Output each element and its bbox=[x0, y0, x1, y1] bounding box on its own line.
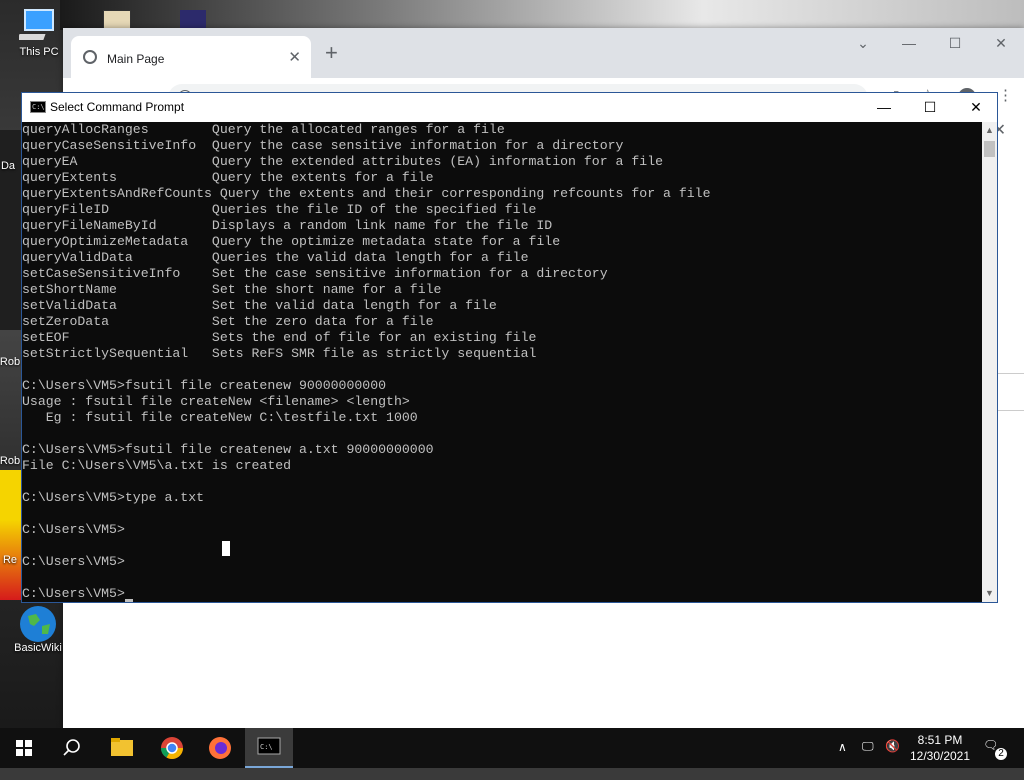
start-button[interactable] bbox=[0, 728, 48, 768]
browser-window-controls: ⌄ — ☐ ✕ bbox=[840, 28, 1024, 58]
new-tab-button[interactable]: + bbox=[325, 42, 338, 64]
console-line: queryFileID Queries the file ID of the s… bbox=[22, 202, 537, 217]
desktop-icon-label: Rob bbox=[0, 455, 21, 467]
console-line: queryCaseSensitiveInfo Query the case se… bbox=[22, 138, 624, 153]
desktop-icon-basicwiki[interactable]: BasicWiki bbox=[6, 604, 70, 654]
console-line: C:\Users\VM5> bbox=[22, 522, 125, 537]
scroll-up-icon[interactable]: ▲ bbox=[982, 122, 997, 139]
search-button[interactable] bbox=[48, 728, 96, 768]
clock-time: 8:51 PM bbox=[917, 733, 963, 747]
console-line: setCaseSensitiveInfo Set the case sensit… bbox=[22, 266, 608, 281]
cmd-taskbar-button[interactable]: C:\ bbox=[245, 728, 293, 768]
wallpaper bbox=[0, 470, 22, 520]
console-line: C:\Users\VM5> bbox=[22, 586, 982, 602]
firefox-button[interactable] bbox=[196, 728, 244, 768]
cmd-title: Select Command Prompt bbox=[50, 100, 185, 114]
tab-search-icon[interactable]: ⌄ bbox=[840, 28, 886, 58]
globe-icon bbox=[83, 50, 97, 64]
clock-date: 12/30/2021 bbox=[909, 749, 971, 763]
console-line: setEOF Sets the end of file for an exist… bbox=[22, 330, 537, 345]
browser-tabstrip: Main Page ✕ + ⌄ — ☐ ✕ bbox=[63, 28, 1024, 78]
desktop-icon-this-pc[interactable]: This PC bbox=[7, 8, 71, 58]
show-hidden-icons-icon[interactable]: ∧ bbox=[838, 740, 847, 780]
cmd-titlebar[interactable]: C:\ Select Command Prompt — ☐ ✕ bbox=[22, 93, 997, 122]
taskbar-clock[interactable]: 8:51 PM 12/30/2021 bbox=[895, 732, 985, 764]
cmd-icon: C:\ bbox=[257, 737, 281, 755]
svg-text:C:\: C:\ bbox=[260, 743, 273, 751]
globe-icon bbox=[18, 604, 58, 642]
minimize-icon[interactable]: — bbox=[886, 28, 932, 58]
desktop-icon-label: Re bbox=[2, 554, 18, 566]
tab-title: Main Page bbox=[107, 52, 165, 66]
console-line: Usage : fsutil file createNew <filename>… bbox=[22, 394, 410, 409]
console-line: setShortName Set the short name for a fi… bbox=[22, 282, 442, 297]
notification-count: 2 bbox=[995, 748, 1007, 760]
close-tab-icon[interactable]: ✕ bbox=[288, 48, 301, 66]
close-icon[interactable]: ✕ bbox=[953, 93, 999, 122]
console-line: queryExtents Query the extents for a fil… bbox=[22, 170, 434, 185]
cmd-scrollbar[interactable]: ▲ ▼ bbox=[982, 122, 997, 602]
mouse-cursor bbox=[222, 541, 230, 556]
console-line: setValidData Set the valid data length f… bbox=[22, 298, 497, 313]
menu-icon[interactable]: ⋮ bbox=[998, 86, 1013, 104]
desktop-icon-label: This PC bbox=[19, 46, 59, 58]
scroll-thumb[interactable] bbox=[984, 141, 995, 157]
firefox-icon bbox=[209, 737, 231, 759]
console-line: queryEA Query the extended attributes (E… bbox=[22, 154, 664, 169]
console-line: Eg : fsutil file createNew C:\testfile.t… bbox=[22, 410, 418, 425]
console-line: queryValidData Queries the valid data le… bbox=[22, 250, 529, 265]
console-line: queryAllocRanges Query the allocated ran… bbox=[22, 122, 505, 137]
desktop-icon-label: Rob bbox=[0, 356, 21, 368]
command-prompt-window: C:\ Select Command Prompt — ☐ ✕ queryAll… bbox=[21, 92, 998, 603]
console-line: C:\Users\VM5>type a.txt bbox=[22, 490, 205, 505]
maximize-icon[interactable]: ☐ bbox=[932, 28, 978, 58]
folder-icon bbox=[111, 738, 133, 756]
search-icon bbox=[63, 739, 80, 756]
console-line: queryExtentsAndRefCounts Query the exten… bbox=[22, 186, 711, 201]
console-line: queryFileNameById Displays a random link… bbox=[22, 218, 553, 233]
browser-tab[interactable]: Main Page ✕ bbox=[71, 36, 311, 78]
windows-icon bbox=[16, 740, 32, 756]
taskbar: C:\ ∧ 🖵 🔇 8:51 PM 12/30/2021 🗨 2 bbox=[0, 728, 1024, 768]
computer-icon bbox=[17, 8, 59, 44]
console-line: File C:\Users\VM5\a.txt is created bbox=[22, 458, 292, 473]
minimize-icon[interactable]: — bbox=[861, 93, 907, 122]
close-icon[interactable]: ✕ bbox=[978, 28, 1024, 58]
scroll-down-icon[interactable]: ▼ bbox=[982, 585, 997, 602]
chrome-button[interactable] bbox=[148, 728, 196, 768]
text-cursor bbox=[124, 599, 133, 602]
desktop-icon-label: Da bbox=[0, 160, 16, 172]
network-icon[interactable]: 🖵 bbox=[862, 739, 874, 779]
cmd-app-icon: C:\ bbox=[30, 101, 46, 113]
console-line: setZeroData Set the zero data for a file bbox=[22, 314, 434, 329]
console-line: C:\Users\VM5>fsutil file createnew 90000… bbox=[22, 378, 387, 393]
file-explorer-button[interactable] bbox=[98, 728, 146, 768]
chrome-icon bbox=[161, 737, 183, 759]
console-line: C:\Users\VM5>fsutil file createnew a.txt… bbox=[22, 442, 434, 457]
console-output[interactable]: queryAllocRanges Query the allocated ran… bbox=[22, 122, 982, 602]
notifications-button[interactable]: 🗨 2 bbox=[983, 738, 1007, 778]
maximize-icon[interactable]: ☐ bbox=[907, 93, 953, 122]
console-line: C:\Users\VM5> bbox=[22, 554, 125, 569]
console-line: setStrictlySequential Sets ReFS SMR file… bbox=[22, 346, 537, 361]
console-line: queryOptimizeMetadata Query the optimize… bbox=[22, 234, 561, 249]
